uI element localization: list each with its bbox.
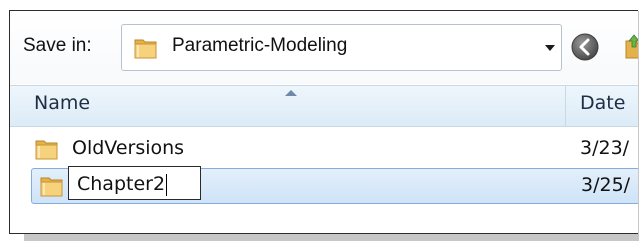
save-in-bar: Save in: Parametric-Modeling [10,11,638,84]
folder-up-icon[interactable] [622,31,638,61]
text-caret [166,173,168,196]
folder-icon [40,177,63,197]
location-value: Parametric-Modeling [172,35,348,56]
file-name: OldVersions [72,137,185,159]
save-in-label: Save in: [23,35,92,56]
file-row-chapter2[interactable]: Chapter2 3/25/ [31,166,638,204]
chevron-down-icon[interactable] [539,25,561,70]
file-date: 3/23/ [580,137,630,159]
column-header: Name Date [10,85,638,127]
column-divider[interactable] [565,86,566,126]
rename-text: Chapter2 [77,173,166,195]
save-dialog: Save in: Parametric-Modeling Name Date O… [9,10,638,234]
column-name-header[interactable]: Name [34,92,90,114]
file-row-oldversions[interactable]: OldVersions 3/23/ [27,132,638,166]
folder-icon [35,140,58,160]
location-dropdown[interactable]: Parametric-Modeling [121,24,562,71]
rename-input[interactable]: Chapter2 [68,166,201,200]
column-date-header[interactable]: Date [580,92,625,114]
file-date: 3/25/ [581,174,631,196]
folder-icon [134,39,157,59]
sort-ascending-icon [285,90,297,96]
back-arrow-icon[interactable] [570,32,600,62]
